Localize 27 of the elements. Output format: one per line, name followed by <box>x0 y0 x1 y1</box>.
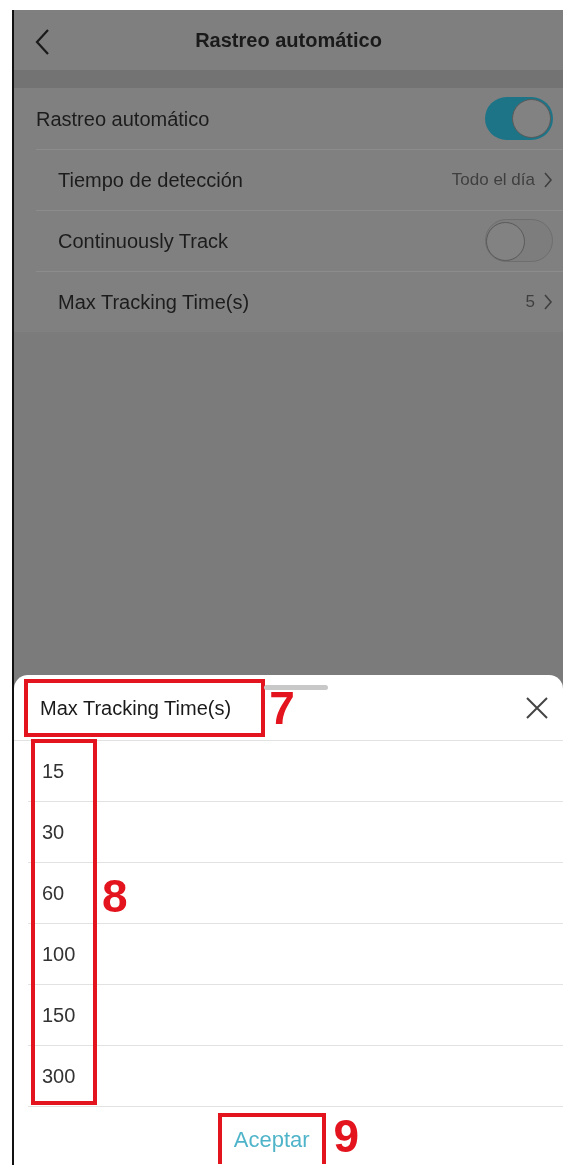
settings-row[interactable]: Rastreo automático <box>14 88 563 149</box>
setting-value: 5 <box>525 290 535 313</box>
toggle-switch[interactable] <box>485 97 553 140</box>
setting-label: Continuously Track <box>58 228 229 254</box>
chevron-right-icon <box>543 292 553 311</box>
settings-row[interactable]: Continuously Track <box>14 210 563 271</box>
option-item[interactable]: 30 <box>28 802 563 863</box>
settings-row[interactable]: Max Tracking Time(s) 5 <box>14 271 563 332</box>
callout-number: 9 <box>333 1113 360 1159</box>
option-item[interactable]: 15 <box>28 741 563 802</box>
callout-number: 7 <box>269 684 295 731</box>
toggle-switch[interactable] <box>485 219 553 262</box>
option-item[interactable]: 100 <box>28 924 563 985</box>
close-icon[interactable] <box>525 695 549 720</box>
chevron-right-icon <box>543 170 553 189</box>
callout-number: 8 <box>102 873 128 919</box>
settings-row[interactable]: Tiempo de detección Todo el día <box>14 149 563 210</box>
sheet-title: Max Tracking Time(s) <box>24 678 266 737</box>
setting-label: Rastreo automático <box>36 106 210 132</box>
setting-value: Todo el día <box>451 168 535 191</box>
back-icon[interactable] <box>34 28 50 56</box>
setting-label: Tiempo de detección <box>58 167 243 193</box>
page-title: Rastreo automático <box>195 28 382 53</box>
option-item[interactable]: 300 <box>28 1046 563 1107</box>
setting-label: Max Tracking Time(s) <box>58 289 250 315</box>
drag-handle[interactable] <box>264 685 328 690</box>
option-item[interactable]: 150 <box>28 985 563 1046</box>
